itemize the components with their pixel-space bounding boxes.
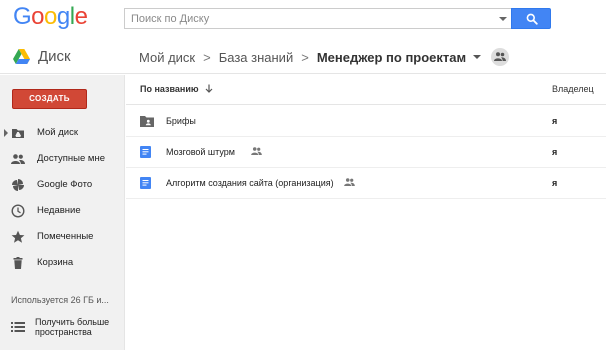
search-box[interactable] [124,8,511,29]
sidebar-item-label: Недавние [37,205,81,216]
sidebar-item-google-photos[interactable]: Google Фото [0,173,125,197]
shared-folder-badge[interactable] [491,48,510,66]
sidebar-item-shared-with-me[interactable]: Доступные мне [0,147,125,171]
file-list-header: По названию Владелец [126,75,606,105]
shared-folder-icon [140,116,154,127]
arrow-down-icon [205,84,213,93]
google-logo[interactable]: Google [13,3,88,31]
file-name: Мозговой штурм [166,147,235,157]
sidebar-item-label: Корзина [37,257,74,268]
breadcrumb: Мой диск > База знаний > Менеджер по про… [139,48,510,66]
logo-letter: e [74,3,88,30]
sidebar-item-label: Мой диск [37,127,79,138]
star-icon [11,230,25,243]
google-doc-icon [140,146,151,158]
logo-letter: o [44,3,57,30]
file-name: Алгоритм создания сайта (организация) [166,178,334,188]
table-row[interactable]: Алгоритм создания сайта (организация) я [126,168,606,199]
file-list: По названию Владелец Брифы я Мозговой шт… [126,75,606,350]
clock-icon [11,204,25,218]
sidebar-item-recent[interactable]: Недавние [0,199,125,223]
drive-title[interactable]: Диск [13,47,71,65]
logo-letter: g [56,3,70,30]
expand-arrow-icon[interactable] [4,129,8,137]
file-owner: я [552,178,558,188]
get-more-storage-label: Получить больше пространства [35,317,109,337]
file-name: Брифы [166,116,196,126]
sidebar: СОЗДАТЬ Мой диск Доступные мне Google Фо… [0,75,125,350]
get-more-storage-line-2: пространства [35,327,92,337]
sort-by-name-button[interactable]: По названию [140,84,213,94]
breadcrumb-separator: > [301,49,309,65]
sidebar-item-my-drive[interactable]: Мой диск [0,121,125,145]
drive-title-label: Диск [38,47,71,65]
top-bar: Google [0,0,606,38]
search-options-icon[interactable] [499,17,507,21]
table-row[interactable]: Мозговой штурм я [126,137,606,168]
shared-people-icon [344,178,355,186]
sidebar-item-label: Помеченные [37,231,94,242]
chevron-down-icon[interactable] [473,55,482,59]
trash-icon [13,257,23,269]
people-icon [494,52,507,61]
search-icon [526,13,538,25]
create-button[interactable]: СОЗДАТЬ [12,89,87,109]
sidebar-item-label: Доступные мне [37,153,105,164]
drive-folder-icon [12,129,24,138]
breadcrumb-my-drive[interactable]: Мой диск [139,50,195,65]
logo-letter: G [13,3,32,30]
storage-list-icon [11,322,25,332]
get-more-storage-line-1: Получить больше [35,317,110,327]
search-input[interactable] [131,11,491,26]
google-doc-icon [140,177,151,189]
breadcrumb-separator: > [203,49,211,65]
table-row[interactable]: Брифы я [126,106,606,137]
pinwheel-icon [12,179,24,191]
search-button[interactable] [511,8,551,29]
drive-bar: Диск Мой диск > База знаний > Менеджер п… [0,38,606,74]
get-more-storage-link[interactable]: Получить больше пространства [11,315,121,345]
shared-people-icon [251,147,262,155]
people-icon [11,154,25,164]
sidebar-item-trash[interactable]: Корзина [0,251,125,275]
file-owner: я [552,116,558,126]
storage-usage-text[interactable]: Используется 26 ГБ и... [11,295,109,305]
breadcrumb-knowledge-base[interactable]: База знаний [219,50,294,65]
breadcrumb-current-folder[interactable]: Менеджер по проектам [317,50,466,65]
sidebar-item-starred[interactable]: Помеченные [0,225,125,249]
sidebar-item-label: Google Фото [37,179,93,190]
sort-label: По названию [140,84,199,94]
file-owner: я [552,147,558,157]
owner-column-header[interactable]: Владелец [552,84,594,94]
drive-logo-icon [13,48,30,64]
logo-letter: o [31,3,45,30]
